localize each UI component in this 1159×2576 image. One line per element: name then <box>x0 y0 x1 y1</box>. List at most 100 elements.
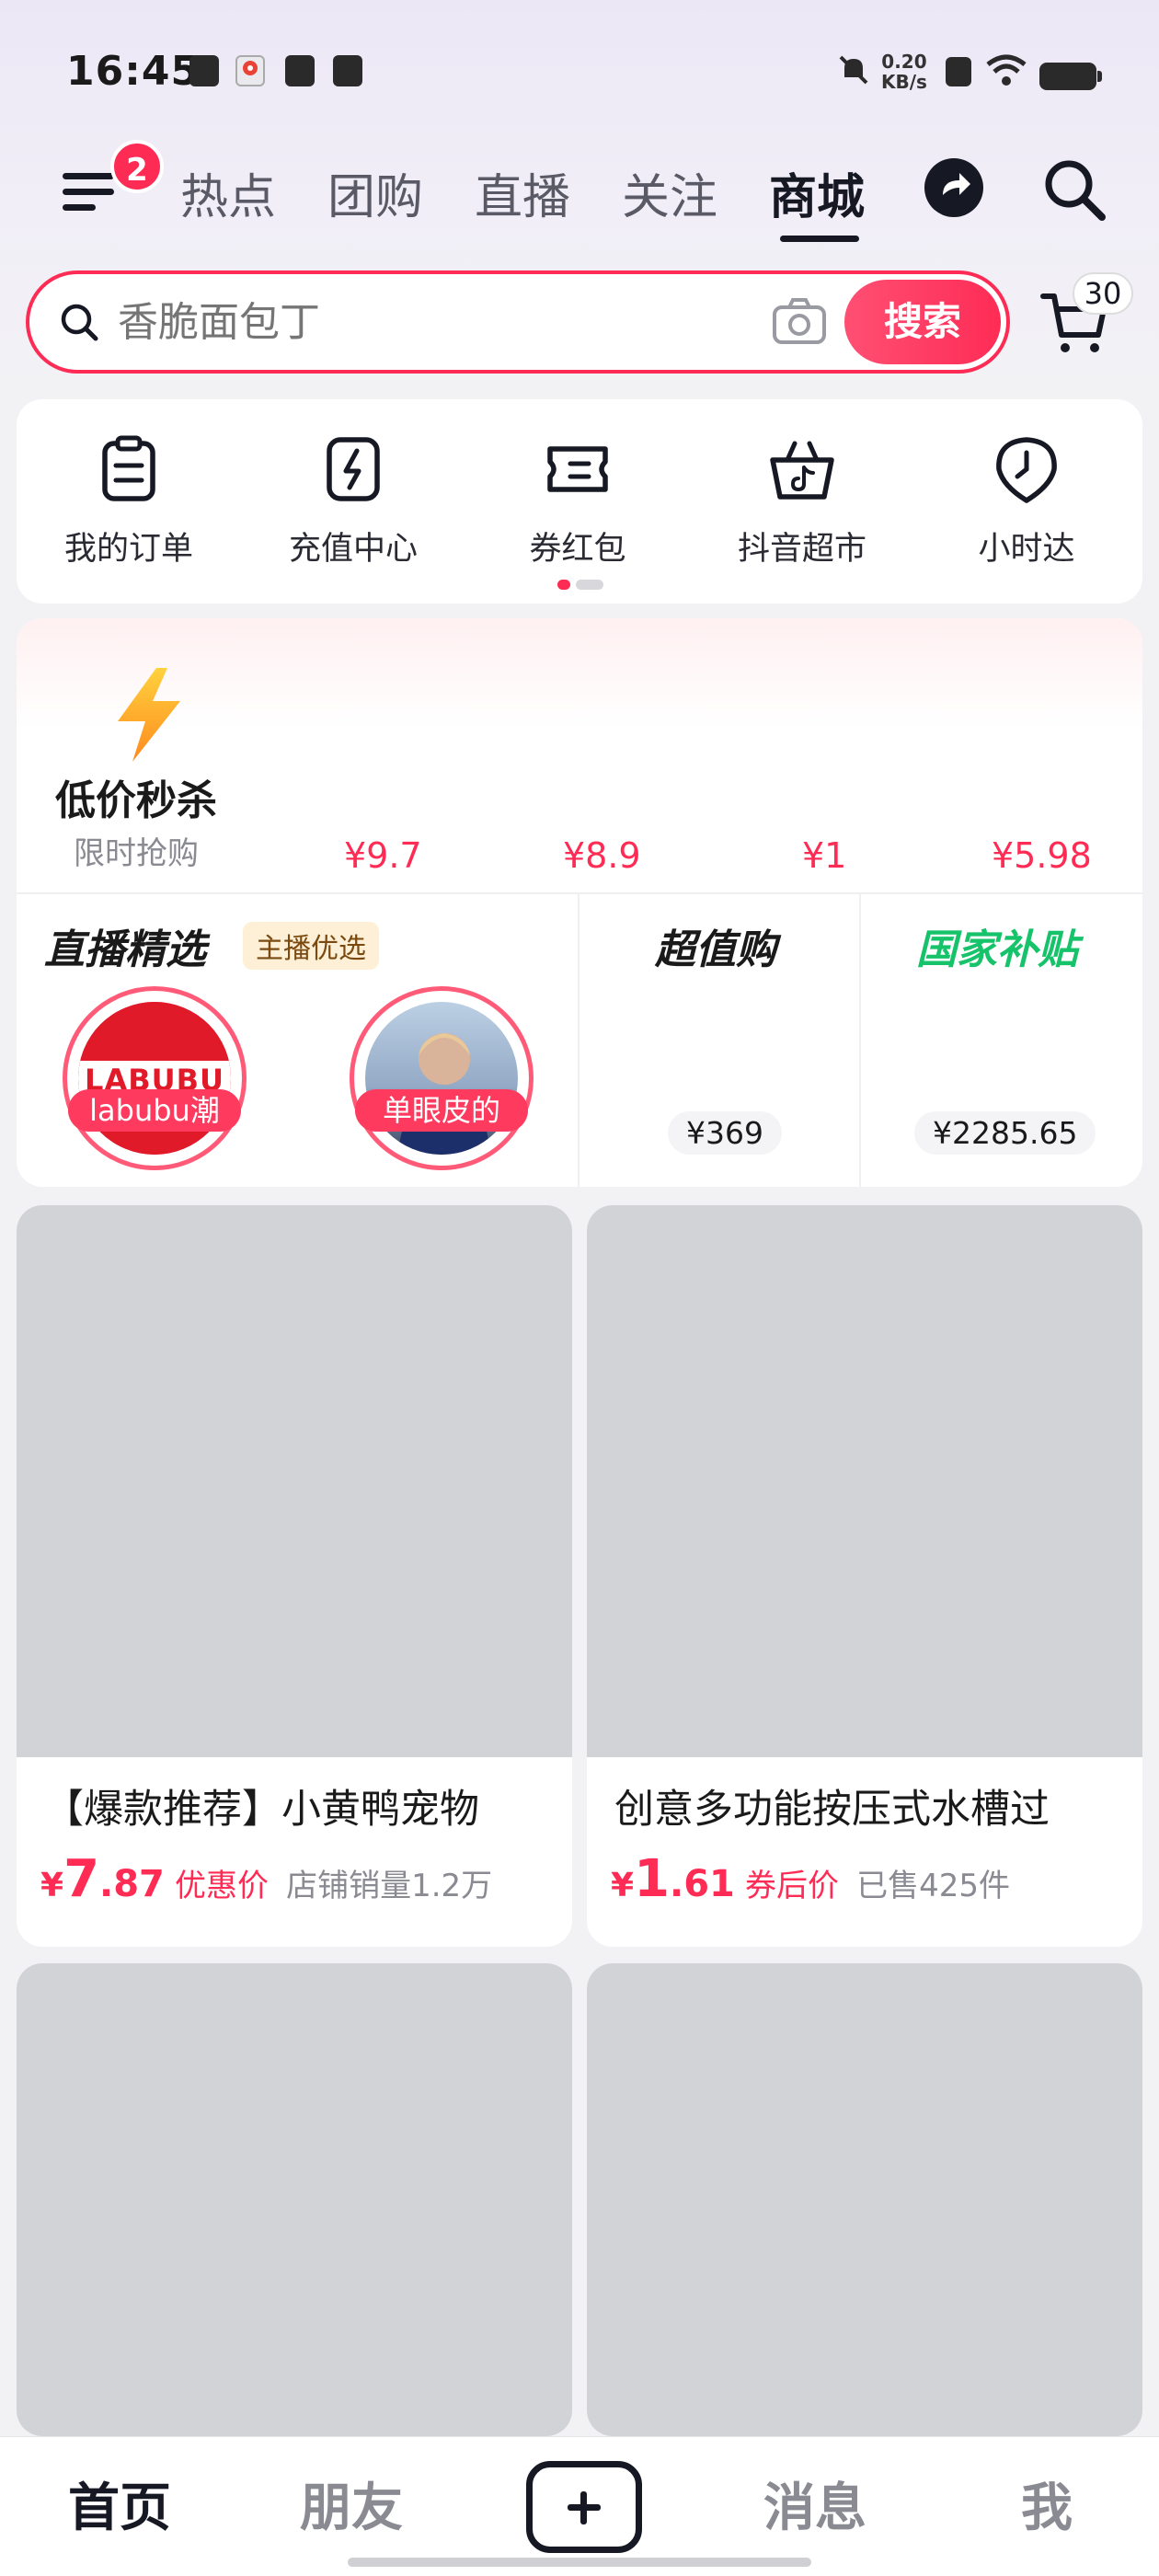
recharge-icon <box>327 437 380 501</box>
quick-item-label: 我的订单 <box>63 531 193 568</box>
status-time: 16:45 <box>66 48 201 95</box>
live-select-tag: 主播优选 <box>243 922 379 970</box>
usb-icon <box>333 55 362 86</box>
flash-sale-price: ¥1 <box>802 835 847 876</box>
tab-group-buy[interactable]: 团购 <box>327 158 423 227</box>
product-image <box>587 1205 1142 1757</box>
tab-hot[interactable]: 热点 <box>180 158 276 227</box>
lightning-icon <box>118 668 180 762</box>
divider <box>859 894 861 1187</box>
create-button[interactable] <box>526 2461 642 2553</box>
bottom-tab-messages[interactable]: 消息 <box>763 2467 866 2541</box>
product-title: 创意多功能按压式水槽过 <box>614 1787 1050 1833</box>
flash-sale-price: ¥5.98 <box>992 835 1092 876</box>
price-tag: 优惠价 <box>174 1868 269 1904</box>
product-image <box>587 1963 1142 2436</box>
notification-icon <box>189 55 219 86</box>
cart-count-badge: 30 <box>1073 272 1133 315</box>
promo-bottom-row: 直播精选 主播优选 LABUBU labubu潮 单眼皮的 超值购 ¥369 国… <box>17 894 1142 1187</box>
search-icon[interactable] <box>1038 153 1111 226</box>
anchor-avatar[interactable]: LABUBU <box>63 986 247 1170</box>
currency-symbol: ¥ <box>611 1867 635 1904</box>
quick-item-label: 抖音超市 <box>737 531 866 568</box>
bottom-tab-friends[interactable]: 朋友 <box>300 2467 403 2541</box>
coupon-icon <box>547 446 608 492</box>
clock-icon <box>996 437 1057 503</box>
quick-item-label: 券红包 <box>529 531 626 568</box>
labubu-logo: LABUBU <box>78 1002 231 1155</box>
product-price-row: ¥1.61 券后价 已售425件 <box>611 1849 1010 1909</box>
quick-menu: 我的订单 充值中心 券红包 抖音超市 小时达 <box>17 399 1142 604</box>
price-decimal: .87 <box>99 1863 165 1905</box>
price-tag: 券后价 <box>744 1868 839 1904</box>
search-icon <box>61 304 98 341</box>
flash-sale-section[interactable]: 低价秒杀 限时抢购 ¥9.7 ¥8.9 ¥1 ¥5.98 <box>17 618 1142 894</box>
sim-icon <box>946 57 971 86</box>
bottom-nav: 首页 朋友 消息 我 <box>0 2436 1159 2576</box>
active-tab-indicator <box>780 236 859 242</box>
basket-icon <box>770 441 834 500</box>
quick-item-label: 充值中心 <box>288 531 418 568</box>
menu-button[interactable] <box>55 164 120 219</box>
quick-item-supermarket[interactable]: 抖音超市 <box>710 432 894 569</box>
product-card[interactable] <box>587 1963 1142 2436</box>
value-buy-price: ¥369 <box>668 1111 782 1155</box>
share-button[interactable] <box>924 158 983 217</box>
camera-icon[interactable] <box>771 296 828 348</box>
anchor-avatar[interactable] <box>350 986 534 1170</box>
subsidy-price: ¥2285.65 <box>914 1111 1096 1155</box>
flash-sale-price: ¥9.7 <box>344 835 422 876</box>
wifi-icon <box>986 54 1027 86</box>
mail-icon <box>285 55 315 86</box>
product-image <box>17 1963 572 2436</box>
battery-icon <box>1039 63 1102 90</box>
subsidy-title: 国家补贴 <box>916 926 1078 973</box>
net-speed-value: 0.20 <box>881 51 927 73</box>
status-bar: 16:45 0.20 KB/s <box>0 0 1159 147</box>
search-button[interactable]: 搜索 <box>844 280 1001 364</box>
quick-item-recharge[interactable]: 充值中心 <box>261 432 445 569</box>
home-indicator <box>348 2558 811 2567</box>
anchor-label: labubu潮 <box>68 1089 241 1132</box>
flash-sale-price: ¥8.9 <box>563 835 641 876</box>
product-image <box>17 1205 572 1757</box>
price-integer: 1 <box>634 1849 671 1909</box>
page-dot <box>576 580 603 590</box>
live-select-title: 直播精选 <box>44 926 206 973</box>
anchor-photo <box>365 1002 518 1155</box>
product-card[interactable]: 【爆款推荐】小黄鸭宠物 ¥7.87 优惠价 店铺销量1.2万 <box>17 1205 572 1947</box>
search-bar: 搜索 <box>26 270 1010 374</box>
person-photo <box>398 1033 490 1155</box>
divider <box>578 894 580 1187</box>
product-card[interactable]: 创意多功能按压式水槽过 ¥1.61 券后价 已售425件 <box>587 1205 1142 1947</box>
menu-line <box>63 189 114 195</box>
product-title: 【爆款推荐】小黄鸭宠物 <box>44 1787 479 1833</box>
tab-live[interactable]: 直播 <box>475 158 570 227</box>
flash-sale-subtitle: 限时抢购 <box>74 835 199 872</box>
promo-card: 低价秒杀 限时抢购 ¥9.7 ¥8.9 ¥1 ¥5.98 直播精选 主播优选 L… <box>17 618 1142 1187</box>
top-nav: 2 热点 团购 直播 关注 商城 <box>0 138 1159 248</box>
tab-following[interactable]: 关注 <box>622 158 717 227</box>
flash-sale-title: 低价秒杀 <box>55 777 217 824</box>
quick-item-coupons[interactable]: 券红包 <box>486 432 670 569</box>
bottom-tab-me[interactable]: 我 <box>1021 2467 1073 2541</box>
bottom-tab-home[interactable]: 首页 <box>68 2467 171 2541</box>
menu-badge: 2 <box>110 140 164 193</box>
price-integer: 7 <box>63 1849 100 1909</box>
currency-symbol: ¥ <box>40 1867 64 1904</box>
value-buy-title: 超值购 <box>655 926 776 973</box>
order-icon <box>102 435 155 501</box>
quick-item-hourly[interactable]: 小时达 <box>935 432 1119 569</box>
anchor-label: 单眼皮的 <box>355 1089 528 1132</box>
net-speed: 0.20 KB/s <box>881 52 927 92</box>
sales-count: 店铺销量1.2万 <box>286 1868 493 1904</box>
tab-mall[interactable]: 商城 <box>769 158 865 227</box>
page-dot-active <box>557 580 570 590</box>
net-speed-unit: KB/s <box>881 71 927 93</box>
maps-icon <box>235 55 265 86</box>
quick-item-orders[interactable]: 我的订单 <box>37 432 221 569</box>
product-card[interactable] <box>17 1963 572 2436</box>
sales-count: 已售425件 <box>856 1868 1010 1904</box>
search-input[interactable] <box>118 293 688 351</box>
mute-icon <box>839 55 868 85</box>
